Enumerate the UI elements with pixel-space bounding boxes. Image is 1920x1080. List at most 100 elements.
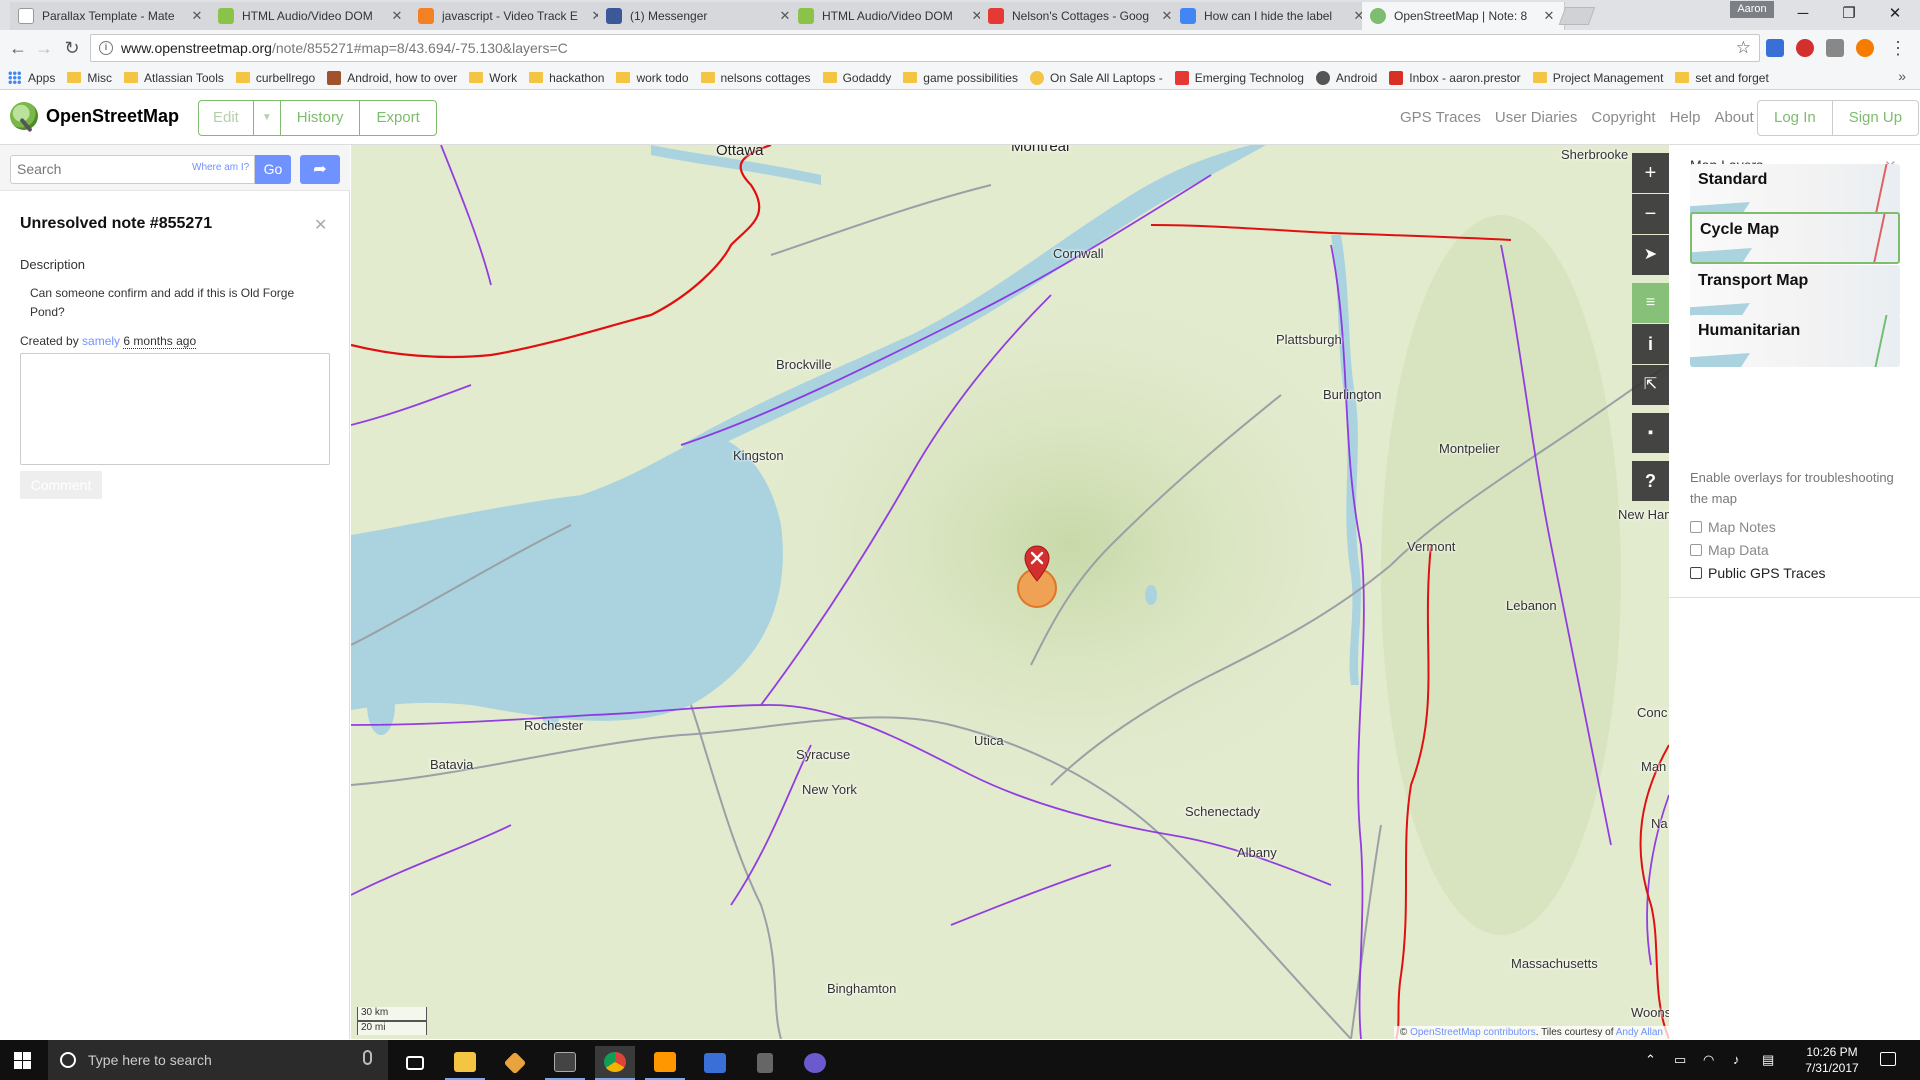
bookmark-folder[interactable]: work todo [616,71,689,85]
reload-icon[interactable]: ↻ [60,36,84,60]
close-tab-icon[interactable]: ✕ [390,8,404,24]
keyboard-icon[interactable]: ▤ [1762,1052,1774,1068]
bookmark-folder[interactable]: Atlassian Tools [124,71,224,85]
minimize-icon[interactable]: ─ [1780,0,1826,28]
windows-start-icon[interactable] [14,1052,31,1069]
osm-logo[interactable]: OpenStreetMap [10,102,179,130]
bookmark-folder[interactable]: Misc [67,71,112,85]
bookmark-folder[interactable]: curbellrego [235,71,315,85]
browser-tab[interactable]: HTML Audio/Video DOM ✕ [790,2,993,30]
extension-icon[interactable] [1826,39,1844,57]
browser-tab[interactable]: javascript - Video Track E ✕ [410,2,613,30]
chrome-menu-icon[interactable]: ⋮ [1886,36,1910,60]
sign-up-button[interactable]: Sign Up [1833,101,1918,135]
edit-button[interactable]: Edit [199,101,254,135]
extension-icon[interactable] [1856,39,1874,57]
comment-textarea[interactable] [20,353,330,465]
sublime-icon[interactable] [645,1046,685,1080]
layer-standard[interactable]: Standard [1690,164,1900,216]
bookmark-folder[interactable]: set and forget [1675,71,1769,85]
checkbox[interactable] [1690,544,1702,556]
overlay-map-notes[interactable]: Map Notes [1690,519,1776,535]
task-view-icon[interactable] [395,1046,435,1080]
checkbox[interactable] [1690,567,1702,579]
gps-traces-link[interactable]: GPS Traces [1400,109,1481,126]
locate-icon[interactable]: ➤ [1632,235,1669,275]
log-in-button[interactable]: Log In [1758,101,1833,135]
bookmark-star-icon[interactable]: ☆ [1736,38,1751,58]
app-icon[interactable] [695,1046,735,1080]
bookmark-link[interactable]: Android, how to over [327,70,457,85]
browser-tab[interactable]: HTML Audio/Video DOM ✕ [210,2,413,30]
terminal-icon[interactable] [545,1046,585,1080]
bookmark-link[interactable]: Android [1315,70,1377,85]
checkbox[interactable] [1690,521,1702,533]
calculator-icon[interactable] [745,1046,785,1080]
forward-icon[interactable]: → [32,36,56,60]
tray-expand-icon[interactable]: ⌃ [1645,1052,1656,1068]
info-icon[interactable]: i [99,41,113,55]
bookmark-folder[interactable]: Godaddy [822,71,891,85]
bookmark-apps[interactable]: Apps [8,71,55,85]
author-link[interactable]: samely [82,334,120,348]
file-explorer-icon[interactable] [445,1046,485,1080]
browser-tab[interactable]: Nelson's Cottages - Goog ✕ [980,2,1183,30]
copyright-link[interactable]: Copyright [1591,109,1655,126]
back-icon[interactable]: ← [6,36,30,60]
user-diaries-link[interactable]: User Diaries [1495,109,1578,126]
directions-icon[interactable]: ➦ [300,155,340,184]
new-tab-button[interactable] [1558,7,1596,25]
bookmark-folder[interactable]: Project Management [1532,71,1663,85]
microphone-icon[interactable] [363,1050,372,1065]
taskbar-search[interactable]: Type here to search [48,1040,388,1080]
layer-transport-map[interactable]: Transport Map [1690,265,1900,317]
bookmark-link[interactable]: On Sale All Laptops - [1029,70,1163,85]
zoom-out-icon[interactable]: − [1632,194,1669,234]
about-link[interactable]: About [1714,109,1753,126]
adblock-icon[interactable] [1796,39,1814,57]
git-icon[interactable] [495,1046,535,1080]
browser-tab[interactable]: How can I hide the label ✕ [1172,2,1375,30]
profile-button[interactable]: Aaron [1730,1,1774,18]
bookmark-folder[interactable]: nelsons cottages [700,71,811,85]
zoom-in-icon[interactable]: + [1632,153,1669,193]
overlay-gps-traces[interactable]: Public GPS Traces [1690,565,1826,581]
bookmark-folder[interactable]: Work [469,71,517,85]
bookmark-link[interactable]: Emerging Technolog [1174,70,1304,85]
info-icon[interactable]: i [1632,324,1669,364]
maximize-icon[interactable]: ❐ [1826,0,1872,28]
close-tab-icon[interactable]: ✕ [190,8,204,24]
bookmark-folder[interactable]: game possibilities [903,71,1018,85]
layer-cycle-map[interactable]: Cycle Map [1690,212,1900,264]
share-icon[interactable]: ⇱ [1632,365,1669,405]
search-go-button[interactable]: Go [255,155,291,184]
close-icon[interactable]: ✕ [314,215,327,235]
browser-tab[interactable]: Parallax Template - Mate ✕ [10,2,213,30]
comment-button[interactable]: Comment [20,471,102,499]
help-link[interactable]: Help [1670,109,1701,126]
add-note-icon[interactable]: ▪ [1632,413,1669,453]
eclipse-icon[interactable] [795,1046,835,1080]
where-am-i-link[interactable]: Where am I? [192,162,249,173]
export-button[interactable]: Export [360,101,435,135]
close-tab-icon[interactable]: ✕ [1542,8,1556,24]
bookmarks-overflow-icon[interactable]: » [1898,68,1906,84]
close-window-icon[interactable]: ✕ [1872,0,1918,28]
taskbar-clock[interactable]: 10:26 PM 7/31/2017 [1797,1044,1867,1076]
tiles-credit-link[interactable]: Andy Allan [1616,1027,1663,1038]
browser-tab[interactable]: (1) Messenger ✕ [598,2,801,30]
volume-icon[interactable]: ♪ [1733,1052,1740,1067]
osm-contributors-link[interactable]: OpenStreetMap contributors [1410,1027,1536,1038]
browser-tab-active[interactable]: OpenStreetMap | Note: 8 ✕ [1362,2,1565,30]
chrome-icon[interactable] [595,1046,635,1080]
wifi-icon[interactable]: ◠ [1703,1052,1714,1068]
history-button[interactable]: History [281,101,361,135]
address-bar[interactable]: i www.openstreetmap.org/note/855271#map=… [90,34,1760,62]
extension-icon[interactable] [1766,39,1784,57]
layer-humanitarian[interactable]: Humanitarian [1690,315,1900,367]
notifications-icon[interactable] [1880,1052,1896,1066]
layers-icon[interactable]: ≡ [1632,283,1669,323]
edit-dropdown-icon[interactable]: ▼ [254,101,281,135]
battery-icon[interactable]: ▭ [1674,1052,1686,1068]
help-icon[interactable]: ? [1632,461,1669,501]
